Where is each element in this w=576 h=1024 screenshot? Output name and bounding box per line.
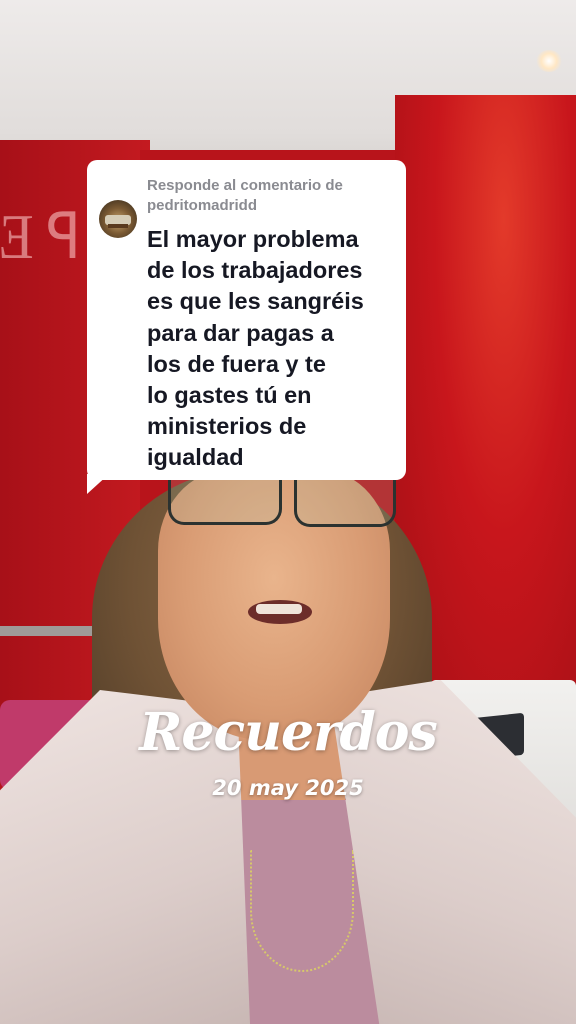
person-teeth: [256, 604, 302, 614]
avatar-car-shadow: [108, 224, 128, 228]
reply-comment-text: El mayor problema de los trabajadores es…: [147, 226, 364, 471]
person-necklace: [250, 850, 354, 972]
wall-sign-letters: Ǝꟼ: [0, 201, 94, 272]
video-frame[interactable]: Ǝꟼ Responde al comentario de pedritomadr…: [0, 0, 576, 1024]
ceiling-light: [536, 50, 562, 72]
glasses-right-lens: [294, 480, 396, 527]
reply-bubble-tail: [87, 474, 109, 494]
memories-title: Recuerdos: [139, 702, 438, 763]
glasses-left-lens: [168, 480, 282, 525]
reply-header: Responde al comentario de pedritomadridd: [147, 177, 343, 214]
commenter-avatar[interactable]: [99, 200, 137, 238]
memories-date: 20 may 2025: [212, 776, 364, 800]
wall-rail: [0, 626, 95, 636]
